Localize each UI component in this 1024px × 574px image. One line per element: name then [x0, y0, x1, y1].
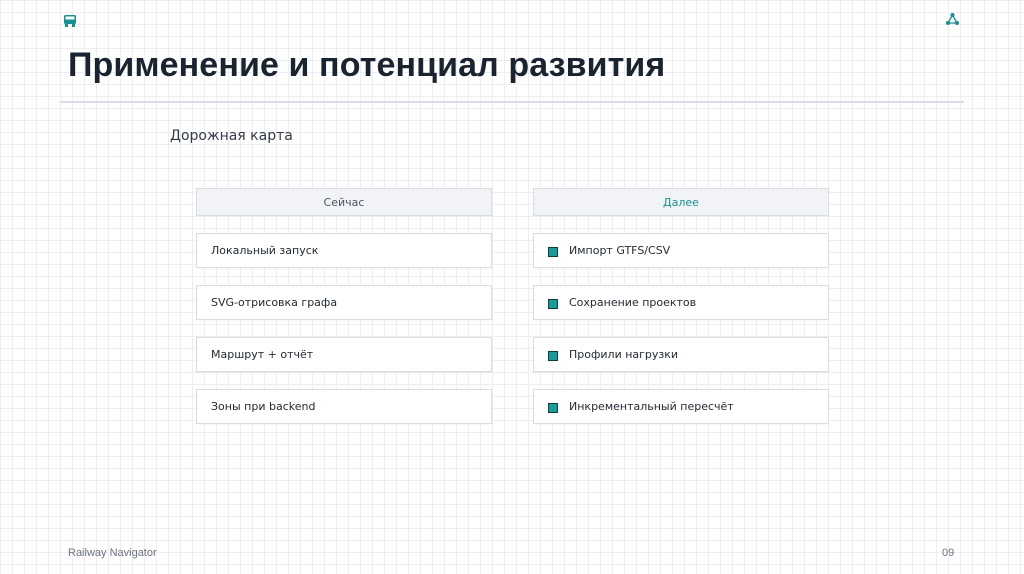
roadmap-now-item-label: Зоны при backend: [211, 400, 316, 413]
section-heading: Дорожная карта: [170, 128, 293, 144]
page-number: 09: [942, 547, 955, 559]
roadmap-now-item-label: SVG-отрисовка графа: [211, 296, 338, 309]
roadmap-next-item: Профили нагрузки: [533, 337, 829, 372]
bullet-square-icon: [548, 351, 558, 361]
bus-icon: [63, 13, 77, 27]
roadmap-next-item: Сохранение проектов: [533, 285, 829, 320]
roadmap-now-column: Сейчас Локальный запуск SVG-отрисовка гр…: [196, 188, 492, 424]
bullet-square-icon: [548, 403, 558, 413]
bullet-square-icon: [548, 299, 558, 309]
network-nodes-icon: [945, 12, 960, 27]
roadmap-next-column: Далее Импорт GTFS/CSV Сохранение проекто…: [533, 188, 829, 424]
footer-brand: Railway Navigator: [68, 547, 157, 559]
roadmap-now-header: Сейчас: [196, 188, 492, 216]
roadmap-now-item: SVG-отрисовка графа: [196, 285, 492, 320]
roadmap-next-header: Далее: [533, 188, 829, 216]
roadmap-now-item: Зоны при backend: [196, 389, 492, 424]
roadmap-now-item: Маршрут + отчёт: [196, 337, 492, 372]
title-divider: [60, 101, 964, 103]
roadmap-next-item-label: Импорт GTFS/CSV: [569, 244, 671, 257]
roadmap-next-item-label: Профили нагрузки: [569, 348, 679, 361]
roadmap-next-item: Импорт GTFS/CSV: [533, 233, 829, 268]
roadmap-next-item-label: Инкрементальный пересчёт: [569, 400, 734, 413]
roadmap-now-item: Локальный запуск: [196, 233, 492, 268]
page-title: Применение и потенциал развития: [68, 46, 666, 84]
roadmap-now-item-label: Локальный запуск: [211, 244, 319, 257]
bullet-square-icon: [548, 247, 558, 257]
roadmap-next-item: Инкрементальный пересчёт: [533, 389, 829, 424]
roadmap-next-item-label: Сохранение проектов: [569, 296, 697, 309]
roadmap-now-item-label: Маршрут + отчёт: [211, 348, 314, 361]
